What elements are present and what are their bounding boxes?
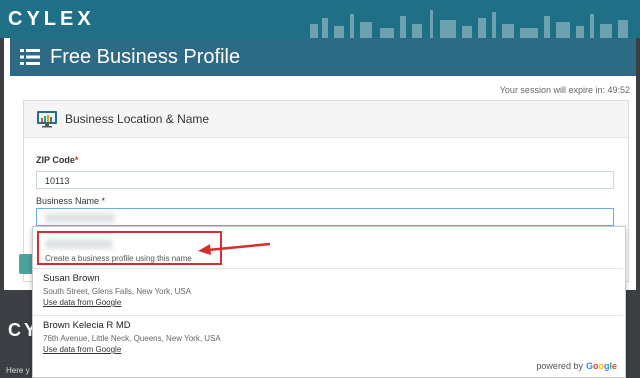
card-title: Business Location & Name bbox=[65, 112, 210, 126]
divider bbox=[33, 268, 623, 269]
logo-text: CYLEX bbox=[8, 7, 95, 30]
create-profile-option[interactable]: Create a business profile using this nam… bbox=[37, 231, 222, 265]
zip-label: ZIP Code* bbox=[36, 155, 78, 165]
blurred-business-name bbox=[45, 239, 113, 249]
page-title-bar: Free Business Profile bbox=[10, 38, 636, 76]
use-google-data-link[interactable]: Use data from Google bbox=[43, 345, 221, 354]
cylex-logo[interactable]: CYLEX bbox=[8, 8, 95, 30]
suggestion-item[interactable]: Brown Kelecia R MD 76th Avenue, Little N… bbox=[43, 320, 221, 354]
powered-by-text: powered by bbox=[536, 361, 583, 371]
zip-label-text: ZIP Code bbox=[36, 155, 75, 165]
session-timer: Your session will expire in: 49:52 bbox=[499, 85, 630, 95]
suggestion-item[interactable]: Susan Brown South Street, Glens Falls, N… bbox=[43, 273, 191, 307]
business-name-label-text: Business Name bbox=[36, 196, 100, 206]
business-name-required-marker: * bbox=[101, 196, 106, 206]
suggestion-name: Brown Kelecia R MD bbox=[43, 320, 131, 331]
suggestion-address: South Street, Glens Falls, New York, USA bbox=[43, 287, 192, 296]
create-profile-text: Create a business profile using this nam… bbox=[45, 254, 192, 263]
google-logo: Google bbox=[585, 361, 617, 371]
monitor-chart-icon bbox=[37, 111, 57, 128]
annotation-arrow bbox=[198, 242, 271, 255]
divider bbox=[33, 315, 623, 316]
zip-required-marker: * bbox=[74, 155, 79, 165]
footer-text: Here y bbox=[6, 366, 30, 375]
page-title: Free Business Profile bbox=[50, 45, 241, 68]
suggestion-address: 76th Avenue, Little Neck, Queens, New Yo… bbox=[43, 334, 221, 343]
card-header: Business Location & Name bbox=[24, 101, 628, 138]
business-name-label: Business Name * bbox=[36, 196, 105, 206]
skyline-decoration bbox=[310, 10, 628, 38]
list-icon bbox=[20, 49, 40, 65]
suggestion-name: Susan Brown bbox=[43, 273, 100, 284]
use-google-data-link[interactable]: Use data from Google bbox=[43, 298, 191, 307]
autocomplete-dropdown: Create a business profile using this nam… bbox=[32, 226, 626, 378]
top-header-bar: CYLEX bbox=[0, 0, 640, 38]
blurred-input-value bbox=[45, 213, 115, 223]
powered-by-google: powered by Google bbox=[536, 361, 617, 371]
business-name-input[interactable] bbox=[36, 208, 614, 226]
zip-input[interactable]: 10113 bbox=[36, 171, 614, 189]
